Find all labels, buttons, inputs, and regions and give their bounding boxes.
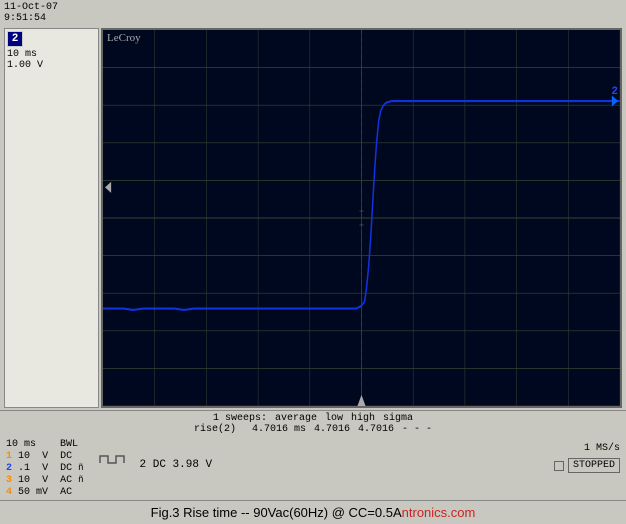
sample-rate-label: 1 MS/s xyxy=(584,443,620,454)
ch2-number: 2 xyxy=(6,463,12,474)
ch2-coupling: DC xyxy=(60,463,72,474)
ch4-number: 4 xyxy=(6,487,12,498)
ch2-dc-value: 2 DC 3.98 V xyxy=(140,459,213,471)
ch3-row: 3 10 V AC ñ xyxy=(6,475,84,486)
ch1-unit: V xyxy=(42,451,48,462)
ch3-extra: ñ xyxy=(78,475,83,485)
top-bar: 11-Oct-07 9:51:54 xyxy=(0,0,626,26)
scope-display: LeCroy xyxy=(101,28,622,408)
ch1-coupling: DC xyxy=(60,451,72,462)
ch2-extra: ñ xyxy=(78,463,83,473)
channel-list: 10 ms BWL 1 10 V DC 2 .1 V DC ñ xyxy=(6,439,84,498)
stats-row-values: rise(2) 4.7016 ms 4.7016 4.7016 - - - xyxy=(8,424,618,435)
oscilloscope-display: 11-Oct-07 9:51:54 2 10 ms 1.00 V LeCroy xyxy=(0,0,626,524)
stats-bar: 1 sweeps: average low high sigma rise(2)… xyxy=(0,410,626,437)
sample-rate: 1 MS/s xyxy=(584,443,620,454)
ch3-number: 3 xyxy=(6,475,12,486)
ch4-coupling: AC xyxy=(60,487,72,498)
status-badge: STOPPED xyxy=(568,458,620,473)
ch3-volt: 10 xyxy=(18,475,30,486)
grid-area: 2 xyxy=(103,30,620,406)
ch2-unit: V xyxy=(42,463,48,474)
bwl-label: BWL xyxy=(60,439,78,450)
sigma-label: sigma xyxy=(383,413,413,424)
sweeps-label: 1 sweeps: xyxy=(213,413,267,424)
right-status-panel: 1 MS/s STOPPED xyxy=(554,443,620,473)
low-value: 4.7016 xyxy=(314,424,350,435)
low-label: low xyxy=(325,413,343,424)
voltage-value: 1.00 V xyxy=(7,60,96,71)
ch4-row: 4 50 mV AC xyxy=(6,487,84,498)
ch3-coupling: AC xyxy=(60,475,72,486)
sigma-value: - - - xyxy=(402,424,432,435)
param-label: rise(2) xyxy=(194,424,236,435)
ch2-dc-label: 2 DC 3.98 V xyxy=(140,459,213,471)
bottom-controls: 10 ms BWL 1 10 V DC 2 .1 V DC ñ xyxy=(0,437,626,500)
stats-row-headers: 1 sweeps: average low high sigma xyxy=(8,413,618,424)
caption-text: Fig.3 Rise time -- 90Vac(60Hz) @ CC=0.5A xyxy=(151,505,402,520)
status-row: STOPPED xyxy=(554,458,620,473)
date-label: 11-Oct-07 xyxy=(4,2,58,13)
high-value: 4.7016 xyxy=(358,424,394,435)
scope-area: 2 10 ms 1.00 V LeCroy xyxy=(0,26,626,410)
high-label: high xyxy=(351,413,375,424)
ch2-row: 2 .1 V DC ñ xyxy=(6,463,84,474)
square-wave-icon xyxy=(98,453,126,465)
square-wave-section xyxy=(98,453,126,469)
ch1-number: 1 xyxy=(6,451,12,462)
time-label: 9:51:54 xyxy=(4,13,58,24)
channel-badge: 2 xyxy=(7,31,23,47)
ch1-volt: 10 xyxy=(18,451,30,462)
average-value: 4.7016 ms xyxy=(252,424,306,435)
ch4-volt: 50 mV xyxy=(18,487,48,498)
timestamp: 11-Oct-07 9:51:54 xyxy=(4,2,58,24)
timebase-value: 10 ms xyxy=(7,49,96,60)
left-panel: 2 10 ms 1.00 V xyxy=(4,28,99,408)
timebase-info: 10 ms 1.00 V xyxy=(7,49,96,71)
caption-bar: Fig.3 Rise time -- 90Vac(60Hz) @ CC=0.5A… xyxy=(0,500,626,524)
average-label: average xyxy=(275,413,317,424)
channel2-marker: 2 xyxy=(611,86,618,293)
timebase-label: 10 ms xyxy=(6,439,36,450)
waveform-svg xyxy=(103,30,620,406)
ch2-volt: .1 xyxy=(18,463,30,474)
status-indicator xyxy=(554,461,564,471)
brand-text: ntronics.com xyxy=(402,505,476,520)
ch1-row: 1 10 V DC xyxy=(6,451,84,462)
ch3-unit: V xyxy=(42,475,48,486)
lecroy-label: LeCroy xyxy=(107,32,141,44)
bottom-timebase: 10 ms BWL xyxy=(6,439,84,450)
